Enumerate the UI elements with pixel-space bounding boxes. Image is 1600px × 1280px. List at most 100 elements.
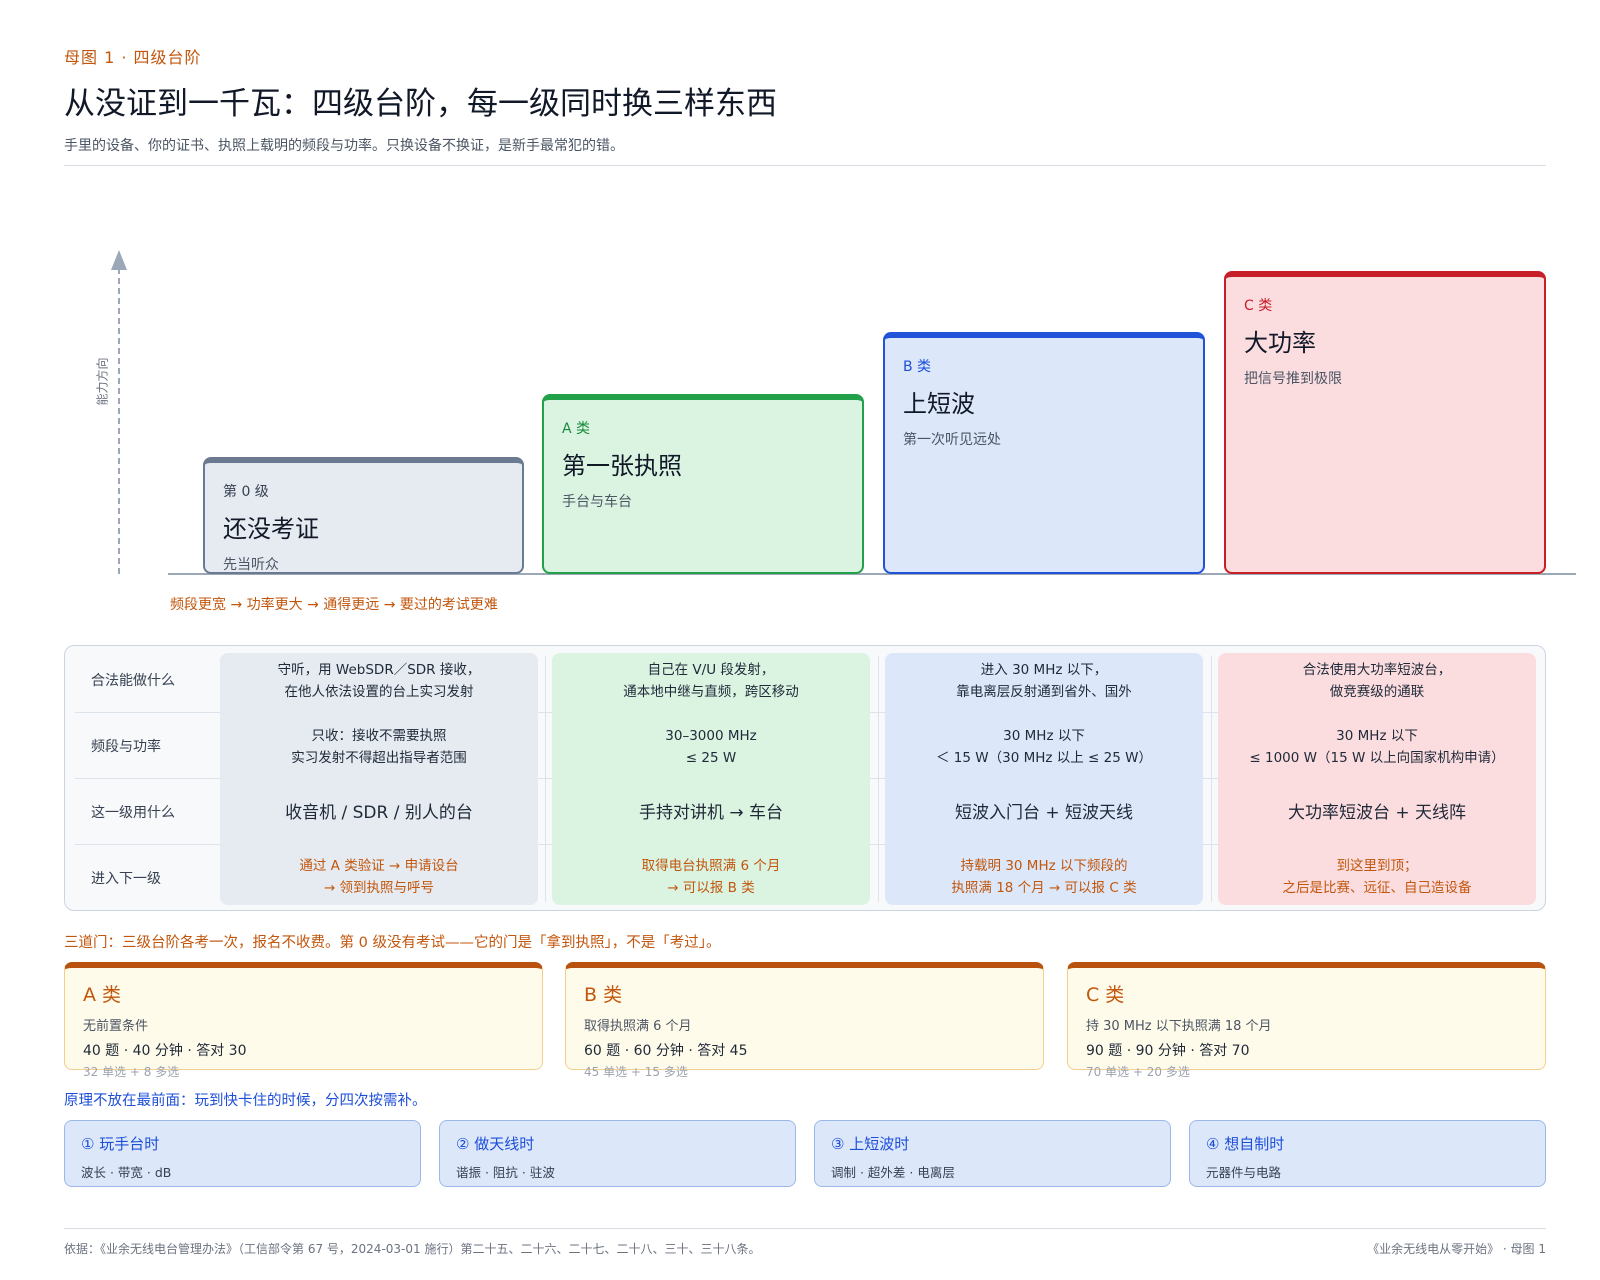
cell-band-power: 30 MHz 以下 ＜ 15 W（30 MHz 以上 ≤ 25 W）	[885, 725, 1203, 769]
theory-stage: ② 做天线时	[456, 1135, 535, 1153]
table-column-class-b: 进入 30 MHz 以下， 靠电离层反射通到省外、国外 30 MHz 以下 ＜ …	[885, 653, 1203, 905]
step-tagline: 先当听众	[223, 557, 279, 573]
step-level-0: 第 0 级 还没考证 先当听众	[203, 457, 524, 574]
theory-intro: 原理不放在最前面：玩到快卡住的时候，分四次按需补。	[64, 1093, 427, 1109]
row-label-band-power: 频段与功率	[91, 739, 161, 755]
cell-line: 做竞赛级的通联	[1329, 684, 1425, 700]
cell-can-do: 自己在 V/U 段发射， 通本地中继与直频，跨区移动	[552, 659, 870, 703]
theory-topics: 波长 · 带宽 · dB	[81, 1165, 172, 1180]
exam-card-b: B 类 取得执照满 6 个月 60 题 · 60 分钟 · 答对 45 45 单…	[565, 962, 1044, 1079]
theory-stage: ③ 上短波时	[831, 1135, 910, 1153]
column-divider	[545, 656, 546, 902]
footer-source: 依据：《业余无线电台管理办法》（工信部令第 67 号，2024-03-01 施行…	[64, 1242, 761, 1256]
cell-line: 30 MHz 以下	[1336, 728, 1418, 744]
comparison-table: 合法能做什么 频段与功率 这一级用什么 进入下一级 守听，用 WebSDR／SD…	[64, 645, 1546, 911]
step-level: C 类	[1244, 298, 1273, 314]
step-level: A 类	[562, 421, 591, 437]
cell-can-do: 合法使用大功率短波台， 做竞赛级的通联	[1218, 659, 1536, 703]
cell-line: 30–3000 MHz	[665, 728, 757, 744]
theory-card-3: ③ 上短波时 调制 · 超外差 · 电离层	[814, 1120, 1171, 1187]
cell-line: 通本地中继与直频，跨区移动	[623, 684, 799, 700]
cell-line: 之后是比赛、远征、自己造设备	[1282, 880, 1472, 896]
row-label-equipment: 这一级用什么	[91, 805, 175, 821]
exam-question-mix: 32 单选 + 8 多选	[83, 1065, 180, 1079]
theory-card-1: ① 玩手台时 波长 · 带宽 · dB	[64, 1120, 421, 1187]
theory-stage: ① 玩手台时	[81, 1135, 160, 1153]
exam-question-mix: 70 单选 + 20 多选	[1086, 1065, 1190, 1079]
exam-name: B 类	[584, 984, 623, 1006]
exam-question-mix: 45 单选 + 15 多选	[584, 1065, 688, 1079]
exam-spec: 90 题 · 90 分钟 · 答对 70	[1086, 1043, 1250, 1059]
cell-equipment: 大功率短波台 + 天线阵	[1287, 803, 1467, 823]
staircase-diagram: 能力方向 第 0 级 还没考证 先当听众 A 类 第一张执照 手台与车台 B 类…	[0, 0, 1600, 640]
step-name: 第一张执照	[562, 452, 682, 480]
step-level: B 类	[903, 359, 932, 375]
cell-line: ≤ 1000 W（15 W 以上向国家机构申请）	[1249, 750, 1505, 766]
exam-card-c: C 类 持 30 MHz 以下执照满 18 个月 90 题 · 90 分钟 · …	[1067, 962, 1546, 1079]
cell-line: 取得电台执照满 6 个月	[641, 858, 781, 874]
theory-stage: ④ 想自制时	[1206, 1135, 1285, 1153]
column-divider	[878, 656, 879, 902]
exam-prerequisite: 无前置条件	[83, 1019, 149, 1034]
cell-line: 通过 A 类验证 → 申请设台	[299, 858, 459, 874]
table-column-class-a: 自己在 V/U 段发射， 通本地中继与直频，跨区移动 30–3000 MHz ≤…	[552, 653, 870, 905]
theory-topics: 元器件与电路	[1206, 1165, 1282, 1180]
exam-prerequisite: 持 30 MHz 以下执照满 18 个月	[1086, 1019, 1272, 1034]
table-column-level-0: 守听，用 WebSDR／SDR 接收， 在他人依法设置的台上实习发射 只收：接收…	[220, 653, 538, 905]
cell-line: → 可以报 B 类	[667, 880, 755, 896]
cell-can-do: 守听，用 WebSDR／SDR 接收， 在他人依法设置的台上实习发射	[220, 659, 538, 703]
step-class-a: A 类 第一张执照 手台与车台	[542, 394, 864, 574]
cell-line: 30 MHz 以下	[1003, 728, 1085, 744]
step-name: 还没考证	[223, 515, 319, 543]
theory-card-4: ④ 想自制时 元器件与电路	[1189, 1120, 1546, 1187]
row-label-can-do: 合法能做什么	[91, 673, 175, 689]
theory-topics: 谐振 · 阻抗 · 驻波	[456, 1165, 555, 1180]
cell-line: 实习发射不得超出指导者范围	[291, 750, 467, 766]
cell-line: → 领到执照与呼号	[323, 880, 435, 896]
exam-spec: 60 题 · 60 分钟 · 答对 45	[584, 1043, 748, 1059]
cell-line: 自己在 V/U 段发射，	[647, 662, 775, 678]
step-level: 第 0 级	[223, 484, 269, 500]
exam-prerequisite: 取得执照满 6 个月	[584, 1019, 692, 1034]
cell-line: 执照满 18 个月 → 可以报 C 类	[951, 880, 1137, 896]
step-name: 大功率	[1244, 329, 1316, 357]
exam-name: A 类	[83, 984, 122, 1006]
cell-band-power: 只收：接收不需要执照 实习发射不得超出指导者范围	[220, 725, 538, 769]
cell-next-step: 持载明 30 MHz 以下频段的 执照满 18 个月 → 可以报 C 类	[885, 855, 1203, 899]
axis-arrow-icon	[111, 250, 127, 270]
cell-band-power: 30 MHz 以下 ≤ 1000 W（15 W 以上向国家机构申请）	[1218, 725, 1536, 769]
exams-intro: 三道门：三级台阶各考一次，报名不收费。第 0 级没有考试——它的门是「拿到执照」…	[64, 935, 721, 951]
cell-line: 到这里到顶；	[1336, 858, 1418, 874]
cell-next-step: 取得电台执照满 6 个月 → 可以报 B 类	[552, 855, 870, 899]
cell-next-step: 通过 A 类验证 → 申请设台 → 领到执照与呼号	[220, 855, 538, 899]
row-label-next-step: 进入下一级	[91, 871, 161, 887]
exam-name: C 类	[1086, 984, 1125, 1006]
column-divider	[1211, 656, 1212, 902]
cell-line: 靠电离层反射通到省外、国外	[956, 684, 1132, 700]
progress-caption: 频段更宽 → 功率更大 → 通得更远 → 要过的考试更难	[170, 597, 498, 613]
cell-can-do: 进入 30 MHz 以下， 靠电离层反射通到省外、国外	[885, 659, 1203, 703]
cell-line: 守听，用 WebSDR／SDR 接收，	[277, 662, 481, 678]
cell-equipment: 短波入门台 + 短波天线	[954, 803, 1134, 823]
exam-spec: 40 题 · 40 分钟 · 答对 30	[83, 1043, 247, 1059]
step-tagline: 第一次听见远处	[903, 432, 1001, 448]
axis-line	[118, 268, 120, 574]
theory-topics: 调制 · 超外差 · 电离层	[831, 1165, 955, 1180]
table-column-class-c: 合法使用大功率短波台， 做竞赛级的通联 30 MHz 以下 ≤ 1000 W（1…	[1218, 653, 1536, 905]
footer-divider	[64, 1228, 1546, 1229]
cell-next-step: 到这里到顶； 之后是比赛、远征、自己造设备	[1218, 855, 1536, 899]
exam-card-a: A 类 无前置条件 40 题 · 40 分钟 · 答对 30 32 单选 + 8…	[64, 962, 543, 1079]
step-class-c: C 类 大功率 把信号推到极限	[1224, 271, 1546, 574]
cell-line: ≤ 25 W	[685, 750, 737, 766]
cell-equipment: 收音机 / SDR / 别人的台	[285, 803, 473, 823]
footer-book-ref: 《业余无线电从零开始》 · 母图 1	[1367, 1242, 1546, 1256]
theory-card-2: ② 做天线时 谐振 · 阻抗 · 驻波	[439, 1120, 796, 1187]
cell-line: 合法使用大功率短波台，	[1302, 662, 1452, 678]
step-class-b: B 类 上短波 第一次听见远处	[883, 332, 1205, 574]
cell-equipment: 手持对讲机 → 车台	[638, 803, 784, 823]
cell-line: 在他人依法设置的台上实习发射	[284, 684, 474, 700]
cell-line: 持载明 30 MHz 以下频段的	[960, 858, 1128, 874]
step-name: 上短波	[903, 390, 975, 418]
cell-line: ＜ 15 W（30 MHz 以上 ≤ 25 W）	[936, 750, 1152, 766]
step-tagline: 手台与车台	[562, 494, 632, 510]
